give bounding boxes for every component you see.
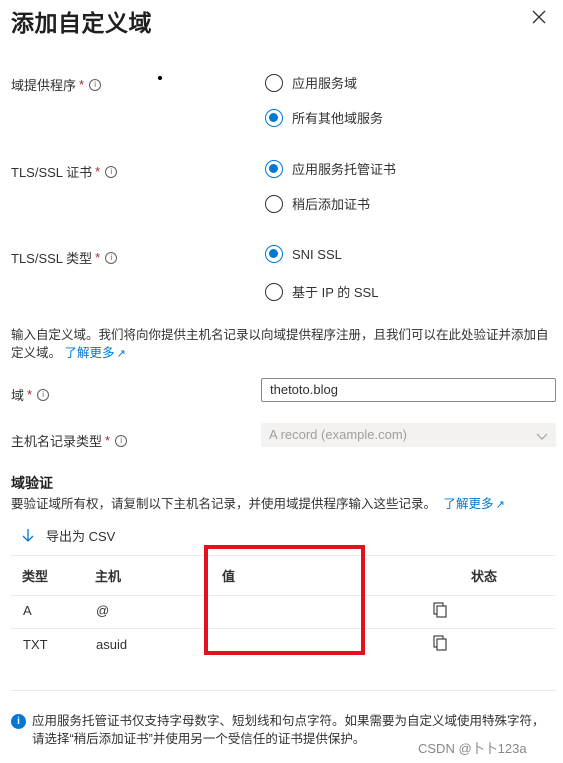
table-row-type: TXT [23, 637, 48, 652]
table-row-host: @ [96, 603, 110, 618]
column-header-type: 类型 [22, 569, 49, 584]
verification-heading: 域验证 [11, 475, 53, 491]
download-icon [22, 528, 34, 542]
radio-app-service-domain[interactable]: 应用服务域 [265, 73, 357, 92]
radio-circle-selected[interactable] [265, 108, 283, 127]
highlight-box [204, 545, 365, 655]
required-mark: * [95, 250, 101, 265]
chevron-down-icon [536, 433, 548, 440]
cert-label: TLS/SSL 证书 * i [11, 162, 118, 181]
required-mark: * [105, 433, 111, 448]
radio-circle-selected[interactable] [265, 245, 283, 263]
info-icon[interactable]: i [89, 78, 102, 91]
radio-other-domain-services[interactable]: 所有其他域服务 [265, 108, 383, 127]
radio-ip-ssl[interactable]: 基于 IP 的 SSL [265, 282, 378, 301]
radio-sni-ssl[interactable]: SNI SSL [265, 245, 342, 263]
radio-circle-selected[interactable] [265, 159, 283, 178]
copy-icon[interactable] [433, 602, 447, 618]
watermark: CSDN @卜卜123a [418, 741, 527, 756]
info-icon[interactable]: i [37, 388, 50, 401]
domain-label: 域 * i [11, 385, 50, 404]
record-type-label: 主机名记录类型 * i [11, 431, 128, 450]
export-csv-button[interactable]: 导出为 CSV [22, 526, 115, 545]
required-mark: * [95, 164, 101, 179]
ssl-type-label: TLS/SSL 类型 * i [11, 248, 118, 267]
radio-add-cert-later[interactable]: 稍后添加证书 [265, 194, 370, 213]
info-filled-icon: i [11, 714, 26, 729]
info-icon[interactable]: i [105, 165, 118, 178]
required-mark: * [79, 77, 85, 92]
radio-circle[interactable] [265, 282, 283, 301]
external-link-icon: ↗ [116, 348, 126, 360]
column-header-host: 主机 [95, 569, 122, 584]
info-icon[interactable]: i [105, 251, 118, 264]
section-divider [11, 690, 556, 691]
verification-description: 要验证域所有权，请复制以下主机名记录，并使用域提供程序输入这些记录。 了解更多 ↗ [11, 497, 505, 511]
copy-icon[interactable] [433, 635, 447, 651]
domain-input[interactable]: thetoto.blog [261, 378, 556, 402]
close-icon[interactable] [531, 9, 547, 25]
table-row-host: asuid [96, 637, 128, 652]
info-icon[interactable]: i [115, 434, 128, 447]
radio-managed-cert[interactable]: 应用服务托管证书 [265, 159, 396, 178]
record-type-select[interactable]: A record (example.com) [261, 423, 556, 447]
domain-description: 输入自定义域。我们将向你提供主机名记录以向域提供程序注册，且我们可以在此处验证并… [11, 328, 549, 360]
learn-more-link[interactable]: 了解更多 ↗ [65, 346, 126, 360]
radio-circle[interactable] [265, 73, 283, 92]
learn-more-link[interactable]: 了解更多 ↗ [444, 497, 505, 511]
table-row-type: A [23, 603, 32, 618]
radio-circle[interactable] [265, 194, 283, 213]
provider-label: 域提供程序 * i [11, 75, 102, 94]
external-link-icon: ↗ [495, 499, 505, 511]
panel-title: 添加自定义域 [11, 10, 152, 36]
column-header-status: 状态 [471, 569, 498, 584]
stray-dot [158, 76, 162, 80]
required-mark: * [27, 387, 33, 402]
